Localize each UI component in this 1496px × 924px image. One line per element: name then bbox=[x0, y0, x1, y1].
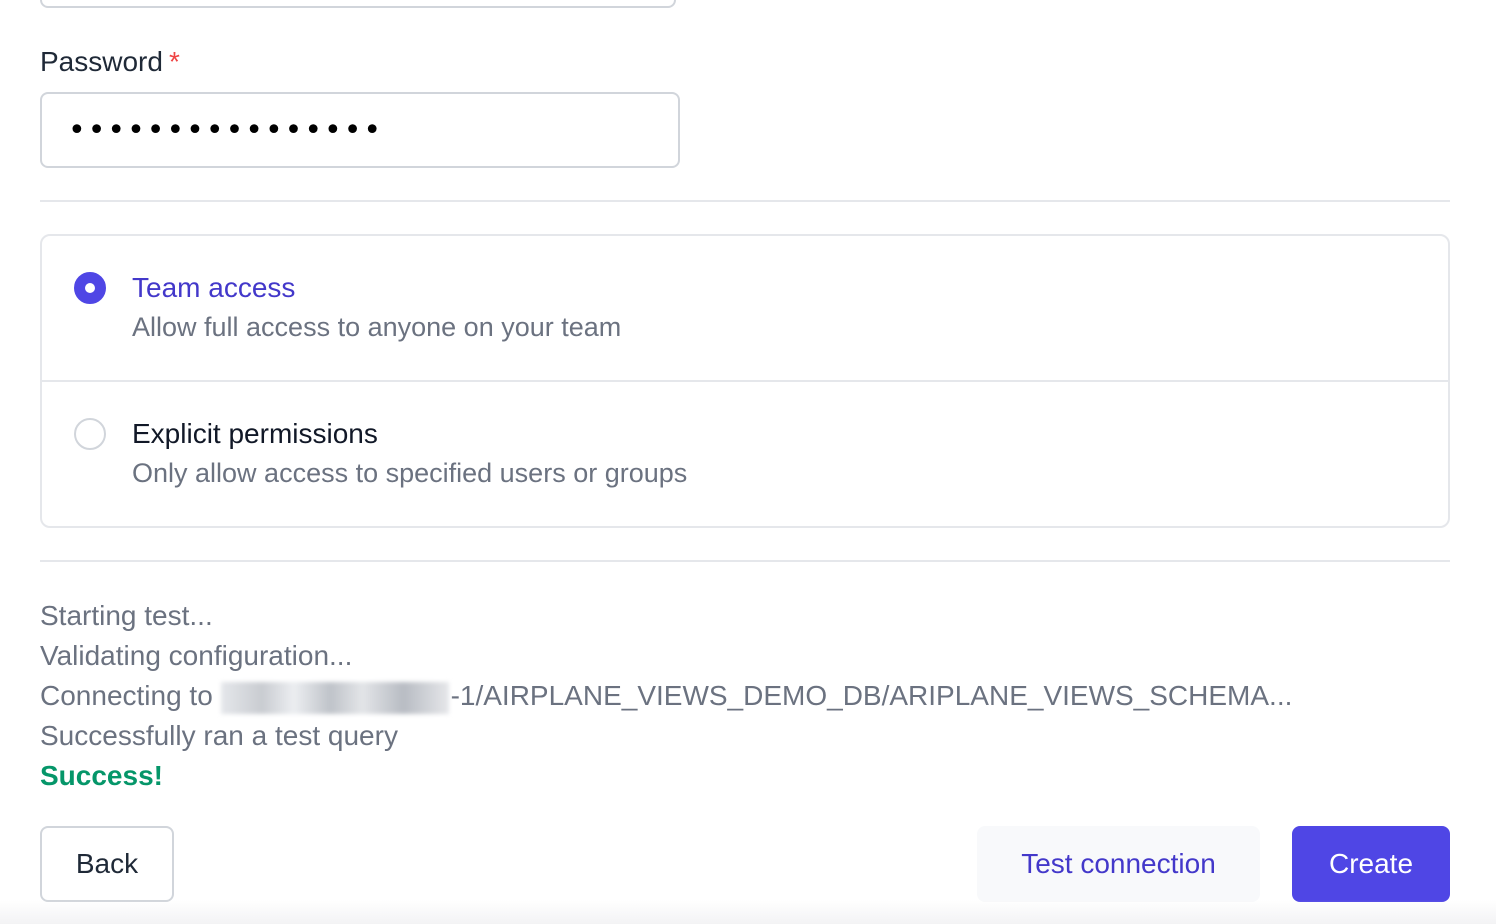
access-options-group: Team access Allow full access to anyone … bbox=[40, 234, 1450, 528]
radio-unchecked-icon[interactable] bbox=[74, 418, 106, 450]
bottom-shade bbox=[0, 900, 1496, 924]
previous-input-field[interactable] bbox=[40, 0, 676, 8]
explicit-permissions-option[interactable]: Explicit permissions Only allow access t… bbox=[42, 382, 1448, 526]
password-label: Password * bbox=[40, 46, 180, 78]
team-access-title: Team access bbox=[132, 272, 296, 303]
password-input[interactable] bbox=[40, 92, 680, 168]
log-line: Validating configuration... bbox=[40, 640, 353, 671]
password-label-text: Password bbox=[40, 46, 163, 77]
explicit-permissions-description: Only allow access to specified users or … bbox=[132, 458, 688, 488]
divider bbox=[40, 560, 1450, 562]
log-line: Successfully ran a test query bbox=[40, 720, 398, 751]
log-connecting-prefix: Connecting to bbox=[40, 680, 221, 711]
success-message: Success! bbox=[40, 760, 163, 791]
redacted-host bbox=[220, 681, 449, 714]
log-connecting-suffix: -1/AIRPLANE_VIEWS_DEMO_DB/ARIPLANE_VIEWS… bbox=[450, 680, 1293, 711]
divider bbox=[40, 200, 1450, 202]
back-button[interactable]: Back bbox=[40, 826, 174, 902]
test-log: Starting test... Validating configuratio… bbox=[40, 596, 1292, 796]
create-button[interactable]: Create bbox=[1292, 826, 1450, 902]
connection-form-page: Password* Team access Allow full access … bbox=[0, 0, 1496, 924]
team-access-option[interactable]: Team access Allow full access to anyone … bbox=[42, 236, 1448, 382]
team-access-description: Allow full access to anyone on your team bbox=[132, 312, 622, 342]
radio-checked-icon[interactable] bbox=[74, 272, 106, 304]
log-line-connecting: Connecting to -1/AIRPLANE_VIEWS_DEMO_DB/… bbox=[40, 676, 1292, 716]
test-connection-button[interactable]: Test connection bbox=[977, 826, 1260, 902]
explicit-permissions-title: Explicit permissions bbox=[132, 418, 378, 449]
required-marker: * bbox=[168, 46, 180, 77]
log-line: Starting test... bbox=[40, 600, 213, 631]
